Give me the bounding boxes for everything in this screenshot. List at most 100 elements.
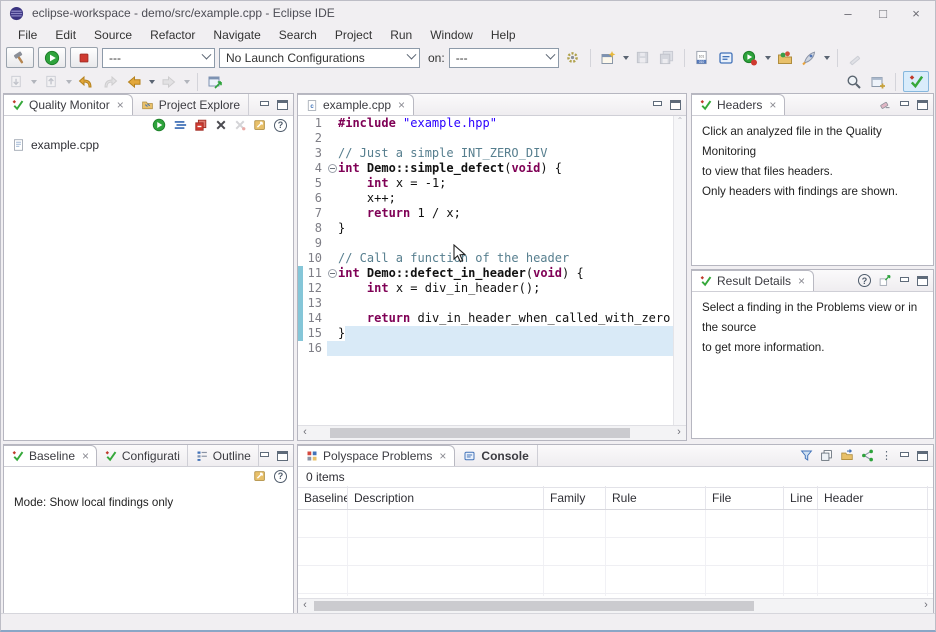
close-icon[interactable]: × bbox=[439, 449, 446, 463]
previous-annotation-icon[interactable] bbox=[41, 72, 61, 92]
next-annotation-caret[interactable] bbox=[31, 80, 37, 84]
last-edit-location-icon[interactable] bbox=[76, 72, 96, 92]
next-annotation-icon[interactable] bbox=[6, 72, 26, 92]
scroll-left-icon[interactable]: ‹ bbox=[298, 426, 312, 440]
code-line-6[interactable]: 6 x++; bbox=[298, 191, 686, 206]
external-tools-menu-caret[interactable] bbox=[824, 56, 830, 60]
scroll-right-icon[interactable]: › bbox=[919, 599, 933, 613]
forward-icon[interactable] bbox=[159, 72, 179, 92]
delete-all-icon[interactable] bbox=[234, 119, 246, 131]
maximize-view-icon[interactable] bbox=[917, 276, 928, 286]
menu-refactor[interactable]: Refactor bbox=[141, 26, 204, 44]
launch-config-combo[interactable]: No Launch Configurations bbox=[219, 48, 420, 68]
search-icon[interactable] bbox=[844, 72, 864, 92]
code-line-9[interactable]: 9 bbox=[298, 236, 686, 251]
code-line-11[interactable]: 11int Demo::defect_in_header(void) { bbox=[298, 266, 686, 281]
back-history-caret[interactable] bbox=[149, 80, 155, 84]
console-open-icon[interactable] bbox=[716, 48, 736, 68]
code-line-13[interactable]: 13 bbox=[298, 296, 686, 311]
menu-project[interactable]: Project bbox=[326, 26, 381, 44]
scroll-left-icon[interactable]: ‹ bbox=[298, 599, 312, 613]
code-editor[interactable]: 1#include "example.hpp"23// Just a simpl… bbox=[298, 116, 686, 425]
menu-run[interactable]: Run bbox=[381, 26, 421, 44]
window-close-button[interactable]: × bbox=[899, 1, 933, 25]
code-line-10[interactable]: 10// Call a function of the header bbox=[298, 251, 686, 266]
back-icon[interactable] bbox=[124, 72, 144, 92]
menu-edit[interactable]: Edit bbox=[46, 26, 85, 44]
window-maximize-button[interactable]: □ bbox=[866, 1, 900, 25]
close-icon[interactable]: × bbox=[769, 98, 776, 112]
scrollbar-thumb[interactable] bbox=[330, 428, 630, 438]
clear-icon[interactable] bbox=[878, 99, 892, 111]
minimize-view-icon[interactable] bbox=[259, 451, 270, 461]
edit-config-icon[interactable] bbox=[253, 118, 267, 132]
scrollbar-thumb[interactable] bbox=[314, 601, 754, 611]
code-line-15[interactable]: 15} bbox=[298, 326, 686, 341]
show-results-icon[interactable] bbox=[173, 118, 187, 132]
share-icon[interactable] bbox=[861, 449, 874, 462]
minimize-view-icon[interactable] bbox=[899, 100, 910, 110]
save-icon[interactable] bbox=[633, 48, 653, 68]
run-button[interactable] bbox=[38, 47, 66, 68]
code-line-3[interactable]: 3// Just a simple INT_ZERO_DIV bbox=[298, 146, 686, 161]
menu-window[interactable]: Window bbox=[421, 26, 482, 44]
column-header-rule[interactable]: Rule bbox=[606, 486, 706, 509]
polyspace-perspective-button[interactable] bbox=[903, 71, 929, 92]
tab-quality-monitor[interactable]: Quality Monitor × bbox=[4, 94, 133, 115]
view-menu-icon[interactable]: ⋮ bbox=[881, 449, 892, 462]
edit-config-icon[interactable] bbox=[253, 469, 267, 483]
pencil-icon[interactable] bbox=[845, 48, 865, 68]
previous-annotation-caret[interactable] bbox=[66, 80, 72, 84]
run-history-menu-caret[interactable] bbox=[765, 56, 771, 60]
menu-file[interactable]: File bbox=[9, 26, 46, 44]
minimize-view-icon[interactable] bbox=[259, 100, 270, 110]
window-minimize-button[interactable]: – bbox=[831, 1, 865, 25]
open-perspective-icon[interactable] bbox=[868, 72, 888, 92]
stop-button[interactable] bbox=[70, 47, 98, 68]
launch-target-combo[interactable]: --- bbox=[449, 48, 559, 68]
tab-baseline[interactable]: Baseline × bbox=[4, 445, 97, 466]
tab-outline[interactable]: Outline bbox=[188, 445, 259, 466]
tab-console[interactable]: Console bbox=[455, 445, 537, 466]
open-task-icon[interactable] bbox=[775, 48, 795, 68]
tab-editor-example-cpp[interactable]: c example.cpp × bbox=[298, 94, 414, 115]
minimize-view-icon[interactable] bbox=[899, 276, 910, 286]
tab-configuration[interactable]: Configurati bbox=[97, 445, 188, 466]
column-header-baseline[interactable]: Baseline bbox=[298, 486, 348, 509]
close-icon[interactable]: × bbox=[398, 98, 405, 112]
maximize-view-icon[interactable] bbox=[670, 100, 681, 110]
help-icon[interactable]: ? bbox=[274, 119, 287, 132]
forward-edit-icon[interactable] bbox=[100, 72, 120, 92]
code-line-2[interactable]: 2 bbox=[298, 131, 686, 146]
column-header-description[interactable]: Description bbox=[348, 486, 544, 509]
close-icon[interactable]: × bbox=[798, 274, 805, 288]
run-history-icon[interactable] bbox=[740, 48, 760, 68]
editor-horizontal-scrollbar[interactable]: ‹ › bbox=[298, 425, 686, 440]
problems-horizontal-scrollbar[interactable]: ‹ › bbox=[298, 598, 933, 613]
export-icon[interactable] bbox=[840, 449, 854, 462]
menu-navigate[interactable]: Navigate bbox=[204, 26, 269, 44]
minimize-view-icon[interactable] bbox=[899, 451, 910, 461]
column-header-header[interactable]: Header bbox=[818, 486, 928, 509]
delete-icon[interactable] bbox=[215, 119, 227, 131]
code-line-16[interactable]: 16 bbox=[298, 341, 686, 356]
maximize-view-icon[interactable] bbox=[917, 100, 928, 110]
minimize-view-icon[interactable] bbox=[652, 100, 663, 110]
tab-headers[interactable]: Headers × bbox=[692, 94, 785, 115]
binary-file-icon[interactable]: 010101 bbox=[692, 48, 712, 68]
pin-view-icon[interactable] bbox=[878, 274, 892, 287]
close-icon[interactable]: × bbox=[117, 98, 124, 112]
tab-project-explorer[interactable]: Project Explore bbox=[133, 94, 249, 115]
help-icon[interactable]: ? bbox=[858, 274, 871, 287]
save-all-icon[interactable] bbox=[657, 48, 677, 68]
new-wizard-icon[interactable] bbox=[598, 48, 618, 68]
run-analysis-icon[interactable] bbox=[152, 118, 166, 132]
copy-icon[interactable] bbox=[820, 449, 833, 462]
fold-marker-icon[interactable] bbox=[327, 161, 338, 176]
menu-help[interactable]: Help bbox=[482, 26, 525, 44]
code-line-5[interactable]: 5 int x = -1; bbox=[298, 176, 686, 191]
external-tools-icon[interactable] bbox=[799, 48, 819, 68]
help-icon[interactable]: ? bbox=[274, 470, 287, 483]
link-with-editor-icon[interactable] bbox=[205, 72, 225, 92]
column-header-file[interactable]: File bbox=[706, 486, 784, 509]
